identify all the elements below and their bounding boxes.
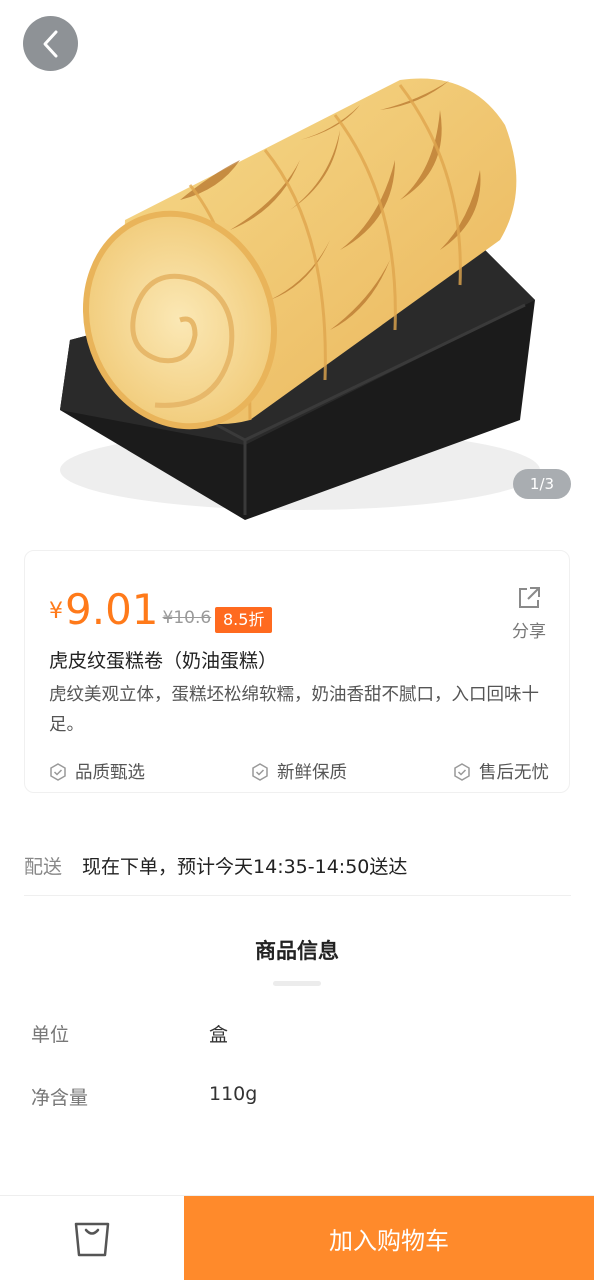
price-row: ¥ 9.01 ¥10.6 bbox=[49, 587, 211, 633]
section-title: 商品信息 bbox=[255, 939, 339, 963]
info-row-net-content: 净含量 110g bbox=[31, 1083, 257, 1110]
chevron-left-icon bbox=[43, 30, 57, 57]
section-title-underline bbox=[273, 981, 321, 986]
service-tag: 品质甄选 bbox=[49, 759, 145, 784]
product-title: 虎皮纹蛋糕卷（奶油蛋糕） bbox=[49, 650, 278, 672]
info-value: 110g bbox=[209, 1083, 258, 1105]
delivery-label: 配送 bbox=[24, 856, 63, 878]
gallery-page-indicator: 1/3 bbox=[513, 469, 571, 499]
shield-check-icon bbox=[50, 762, 66, 781]
service-tag-label: 售后无忧 bbox=[479, 763, 549, 783]
service-tag: 售后无忧 bbox=[453, 759, 549, 784]
add-to-cart-button[interactable]: 加入购物车 bbox=[184, 1196, 594, 1280]
shield-check-icon bbox=[252, 762, 268, 781]
product-detail-page: 1/3 ¥ 9.01 ¥10.6 8.5折 分享 虎皮纹蛋糕卷（奶油蛋糕） 虎纹… bbox=[0, 0, 594, 1280]
service-tags: 品质甄选 新鲜保质 售后无忧 bbox=[49, 759, 549, 784]
cart-button[interactable] bbox=[0, 1196, 184, 1280]
back-button[interactable] bbox=[23, 16, 78, 71]
info-label: 净含量 bbox=[31, 1087, 89, 1109]
share-icon bbox=[519, 587, 540, 608]
shopping-bag-icon bbox=[74, 1222, 110, 1256]
info-value: 盒 bbox=[209, 1024, 229, 1046]
discount-badge: 8.5折 bbox=[215, 607, 273, 633]
current-price: 9.01 bbox=[65, 585, 159, 634]
bottom-action-bar: 加入购物车 bbox=[0, 1195, 594, 1280]
product-description: 虎纹美观立体，蛋糕坯松绵软糯，奶油香甜不腻口，入口回味十足。 bbox=[49, 685, 539, 735]
service-tag: 新鲜保质 bbox=[251, 759, 347, 784]
product-info-card: ¥ 9.01 ¥10.6 8.5折 分享 虎皮纹蛋糕卷（奶油蛋糕） 虎纹美观立体… bbox=[24, 550, 570, 793]
delivery-row: 配送 现在下单，预计今天14:35-14:50送达 bbox=[24, 852, 407, 879]
share-label: 分享 bbox=[512, 622, 546, 642]
service-tag-label: 新鲜保质 bbox=[277, 763, 347, 783]
currency-symbol: ¥ bbox=[49, 599, 63, 624]
product-image bbox=[60, 78, 540, 520]
original-price: ¥10.6 bbox=[162, 608, 212, 628]
info-label: 单位 bbox=[31, 1024, 70, 1046]
delivery-estimate: 现在下单，预计今天14:35-14:50送达 bbox=[82, 856, 408, 878]
info-row-unit: 单位 盒 bbox=[31, 1020, 228, 1047]
service-tag-label: 品质甄选 bbox=[75, 763, 145, 783]
share-button[interactable]: 分享 bbox=[509, 585, 549, 642]
product-image-gallery[interactable]: 1/3 bbox=[0, 0, 594, 530]
divider bbox=[24, 895, 571, 896]
shield-check-icon bbox=[454, 762, 470, 781]
